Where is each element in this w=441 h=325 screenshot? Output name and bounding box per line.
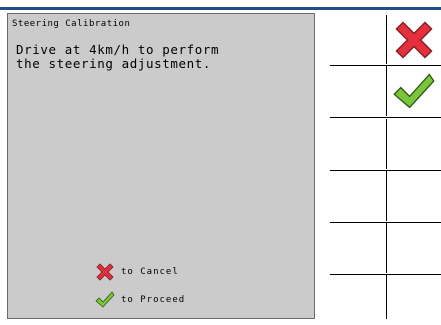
empty-softkey-3[interactable]	[386, 119, 441, 169]
message-line-1: Drive at 4km/h to perform	[16, 42, 220, 57]
empty-softkey-5[interactable]	[386, 223, 441, 273]
proceed-hint: to Proceed	[95, 290, 185, 310]
checkmark-icon	[392, 73, 435, 109]
cancel-hint: to Cancel	[95, 262, 179, 282]
softkey-separator	[330, 65, 441, 66]
cancel-softkey[interactable]	[386, 15, 441, 65]
empty-softkey-6[interactable]	[386, 275, 441, 325]
checkmark-icon	[95, 291, 115, 308]
cancel-hint-label: to Cancel	[121, 267, 179, 277]
softkey-separator	[330, 117, 441, 118]
proceed-hint-label: to Proceed	[121, 295, 186, 305]
proceed-softkey[interactable]	[386, 67, 441, 117]
steering-calibration-dialog: Steering Calibration Drive at 4km/h to p…	[7, 13, 315, 319]
dialog-message: Drive at 4km/h to perform the steering a…	[16, 43, 306, 71]
dialog-title: Steering Calibration	[12, 19, 131, 29]
message-line-2: the steering adjustment.	[16, 56, 212, 71]
softkey-panel	[322, 10, 441, 322]
empty-softkey-4[interactable]	[386, 171, 441, 221]
cancel-x-icon	[394, 21, 433, 59]
cancel-x-icon	[96, 263, 114, 281]
